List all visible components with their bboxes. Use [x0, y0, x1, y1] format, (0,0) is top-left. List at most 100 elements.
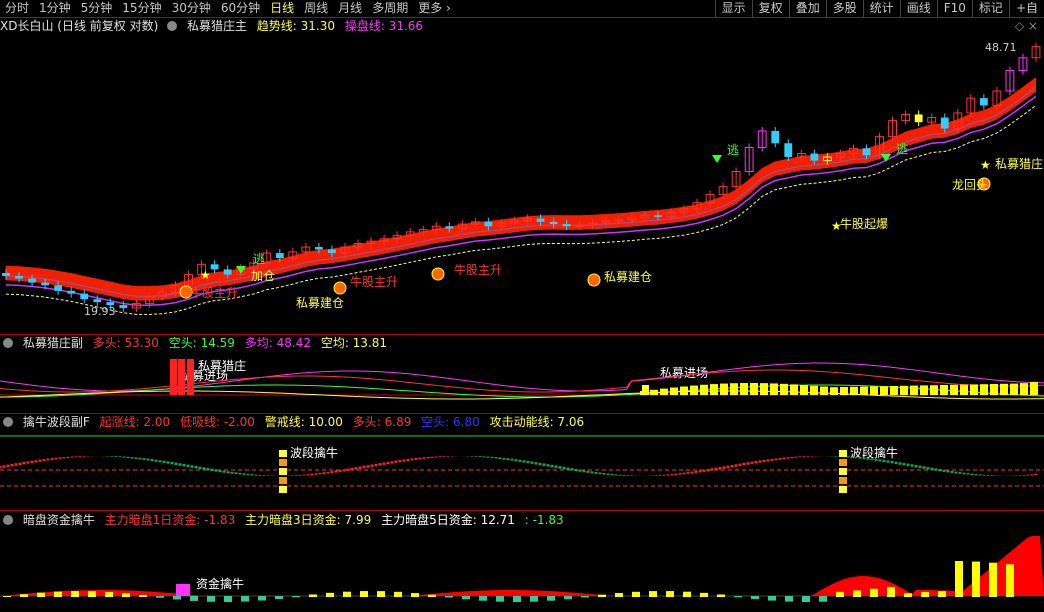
settings-gear-icon[interactable]: [3, 338, 13, 348]
tab-15min[interactable]: 15分钟: [117, 0, 166, 17]
volume-bar: [940, 385, 948, 395]
volume-bar: [830, 387, 838, 395]
overlay-button[interactable]: 叠加: [788, 0, 826, 17]
add-custom-button[interactable]: +自: [1008, 0, 1044, 17]
sub3-title[interactable]: 暗盘资金擒牛: [23, 513, 95, 527]
ma-purple-line: [5, 95, 1037, 306]
settings-gear-icon[interactable]: [3, 515, 13, 525]
cow-rise-label-2: 牛股主升: [350, 274, 398, 289]
volume-bar: [860, 386, 868, 395]
sub2-field-warn: 警戒线: 10.00: [264, 415, 343, 429]
sub1-field-short-avg: 空均: 13.81: [320, 336, 388, 350]
fund-bull-label: 资金擒牛: [196, 576, 244, 591]
cow-rise-label-3: 牛股主升: [454, 262, 502, 277]
f10-button[interactable]: F10: [936, 0, 972, 17]
volume-bar: [720, 383, 728, 395]
panel-divider-2[interactable]: [0, 413, 1044, 414]
fund-bar: [785, 596, 793, 602]
window-controls[interactable]: ◇ ×: [1015, 19, 1038, 33]
volume-bar: [1000, 383, 1008, 395]
tab-monthly[interactable]: 月线: [333, 0, 367, 17]
panel-divider-1[interactable]: [0, 334, 1044, 335]
sub1-title[interactable]: 私募猎庄副: [23, 336, 83, 350]
band-signal-block: [279, 477, 287, 484]
candle-body: [28, 278, 36, 283]
tab-5min[interactable]: 5分钟: [76, 0, 118, 17]
multi-stock-button[interactable]: 多股: [825, 0, 863, 17]
escape-label-3: 逃: [896, 142, 908, 156]
candle-body: [484, 221, 493, 227]
signal-badge-icon: [431, 267, 445, 281]
star-icon: ★: [200, 268, 211, 282]
fund-bar: [717, 594, 725, 597]
fund-bar: [649, 591, 657, 597]
indicator-name[interactable]: 私募猎庄主: [187, 19, 247, 33]
ma-blue-line: [5, 86, 1037, 297]
main-chart-header: XD长白山 (日线 前复权 对数) 私募猎庄主 趋势线: 31.30 操盘线: …: [0, 19, 429, 34]
tab-60min[interactable]: 60分钟: [216, 0, 265, 17]
fund-bar: [1006, 564, 1014, 597]
candle-body: [653, 215, 662, 217]
fund-bar: [836, 591, 844, 597]
sub1-field-long-avg: 多均: 48.42: [244, 336, 311, 350]
signal-badge-icon: [333, 281, 347, 295]
dragon-return-label: 龙回头: [952, 178, 988, 192]
volume-bar: [690, 385, 698, 395]
fund-bar: [887, 586, 895, 597]
tab-multi-period[interactable]: 多周期: [367, 0, 413, 17]
statistics-button[interactable]: 统计: [862, 0, 900, 17]
tab-weekly[interactable]: 周线: [299, 0, 333, 17]
candlestick-chart[interactable]: ★★★ 48.71 19.93 逃 逃 逃 牛股主升 牛股主升 牛股主升 私募建…: [0, 34, 1044, 334]
volume-bar: [700, 384, 708, 395]
escape-label-1: 逃: [253, 252, 265, 266]
mark-button[interactable]: 标记: [971, 0, 1009, 17]
private-hunt-indicator-chart[interactable]: 私募猎庄 私募进场 私募进场: [0, 351, 1044, 413]
tab-30min[interactable]: 30分钟: [167, 0, 216, 17]
volume-bar: [770, 383, 778, 395]
sub2-title[interactable]: 擒牛波段副F: [23, 415, 90, 429]
display-button[interactable]: 显示: [714, 0, 752, 17]
sub1-field-short: 空头: 14.59: [168, 336, 235, 350]
candle-body: [914, 114, 923, 123]
volume-bar: [780, 383, 788, 395]
candle-body: [80, 293, 89, 300]
cow-rise-label-1: 牛股主升: [190, 285, 238, 300]
chevron-right-icon: ›: [446, 1, 451, 15]
trend-ribbon-band: [6, 77, 1036, 301]
volume-bar: [890, 386, 898, 395]
fund-bar: [972, 561, 980, 597]
star-icon: ★: [980, 158, 991, 172]
volume-bar: [850, 386, 858, 395]
fund-bar: [547, 596, 555, 601]
tab-daily[interactable]: 日线: [265, 0, 299, 17]
dark-fund-indicator-chart[interactable]: 资金擒牛: [0, 528, 1044, 612]
volume-bar: [670, 387, 678, 395]
restore-rights-button[interactable]: 复权: [751, 0, 789, 17]
fund-bar: [88, 591, 96, 597]
fund-bar: [615, 593, 623, 597]
settings-gear-icon[interactable]: [167, 21, 178, 31]
band-bull-indicator-chart[interactable]: 波段擒牛 波段擒牛: [0, 430, 1044, 510]
settings-gear-icon[interactable]: [3, 417, 13, 427]
sub2-field-low: 低吸线: -2.00: [179, 415, 255, 429]
fund-bar: [428, 594, 436, 597]
volume-bar: [960, 384, 968, 395]
sub2-field-attack: 攻击动能线: 7.06: [489, 415, 585, 429]
tab-fenshi[interactable]: 分时: [0, 0, 34, 17]
fund-bar: [666, 591, 674, 597]
band-signal-block: [279, 459, 287, 466]
panel-divider-3[interactable]: [0, 510, 1044, 511]
period-toolbar: 分时 1分钟 5分钟 15分钟 30分钟 60分钟 日线 周线 月线 多周期 更…: [0, 0, 1044, 18]
fund-bar: [734, 596, 742, 598]
tab-more[interactable]: 更多 ›: [413, 0, 456, 17]
low-price-label: 19.93: [84, 305, 116, 318]
volume-bar: [1030, 381, 1038, 395]
fund-bar: [683, 591, 691, 597]
volume-bar: [880, 386, 888, 395]
tab-1min[interactable]: 1分钟: [34, 0, 76, 17]
band-signal-block: [279, 486, 287, 493]
fund-bar: [768, 596, 776, 601]
volume-bar: [820, 386, 828, 395]
draw-line-button[interactable]: 画线: [899, 0, 937, 17]
fund-bar: [938, 591, 946, 597]
